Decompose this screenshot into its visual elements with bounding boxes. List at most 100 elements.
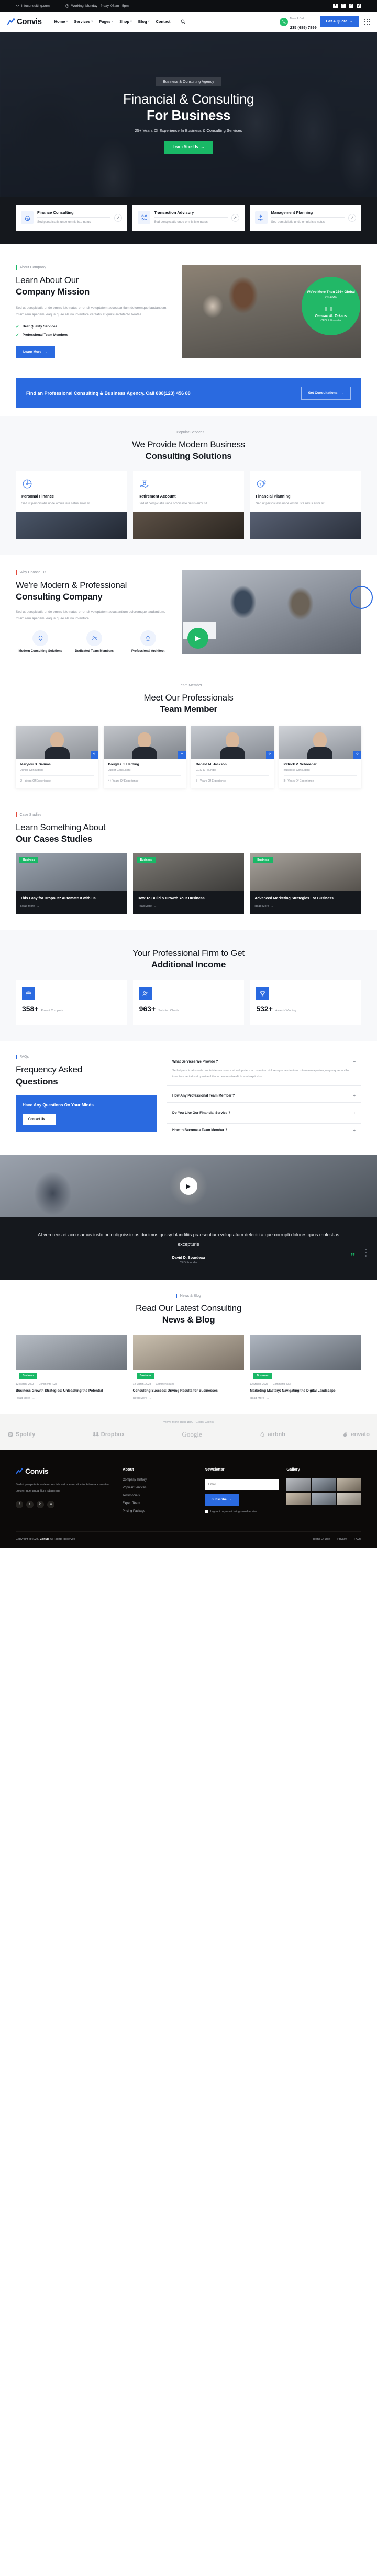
service-card[interactable]: Personal Finance Sed ut perspiciatis und… [16,471,127,539]
case-card[interactable]: Business How To Build & Growth Your Busi… [132,853,245,914]
twitter-icon[interactable]: t [341,3,346,8]
gallery-thumb[interactable] [286,1478,311,1492]
cta-phone-link[interactable]: Call 888(123) 456 88 [146,391,191,396]
arrow-up-right-icon[interactable]: ↗ [114,213,123,222]
blog-read-more[interactable]: Read More → [133,1397,245,1400]
footer-link-pricing-package[interactable]: Pricing Package [123,1510,197,1513]
nav-item-pages[interactable]: Pages ˅ [99,19,113,24]
get-a-quote-button[interactable]: Get A Quote → [320,16,359,27]
hero-title-light: Financial & Consulting [123,91,254,107]
footer-logo[interactable]: Convis [16,1467,115,1475]
strip-card-title: Finance Consulting [37,210,74,215]
blog-read-more[interactable]: Read More → [16,1397,127,1400]
gallery-thumb[interactable] [286,1493,311,1506]
gallery-thumb[interactable] [312,1493,336,1506]
search-icon[interactable] [181,19,186,24]
blog-read-more[interactable]: Read More → [250,1397,361,1400]
youtube-icon[interactable]: yt [357,3,361,8]
footer-faqs-link[interactable]: FAQs [354,1538,361,1541]
case-read-more[interactable]: Read More → [138,905,240,908]
strip-card[interactable]: Transaction Advisory Sed perspiciatis un… [132,205,245,231]
why-heading-bold: Consulting Company [16,592,103,602]
footer-link-testimonials[interactable]: Testimonials [123,1494,197,1497]
blog-title: Marketing Mastery: Navigating the Digita… [250,1388,336,1393]
blog-card[interactable]: Business 12 March, 2023 Comments (02) Mar… [250,1335,362,1400]
nav-item-home[interactable]: Home ˅ [54,19,68,24]
faq-eyebrow: FAQs [16,1055,157,1059]
accordion-header[interactable]: How Any Professional Team Member ? + [167,1089,361,1102]
accordion-item[interactable]: How Any Professional Team Member ? + [167,1089,361,1103]
linkedin-icon[interactable]: in [349,3,353,8]
linkedin-icon[interactable]: in [47,1501,54,1509]
gallery-thumb[interactable] [337,1478,362,1492]
strip-card-title: Management Planning [271,210,313,215]
about-learn-more-button[interactable]: Learn More → [16,346,55,358]
testimonial-name: David D. Bourdeau [172,1256,205,1260]
hero-learn-more-button[interactable]: Learn More Us → [164,140,213,154]
footer-link-expert-team[interactable]: Expert Team [123,1502,197,1505]
case-read-more[interactable]: Read More → [254,905,357,908]
service-card[interactable]: $ Financial Planning Sed ut perspiciatis… [250,471,362,539]
arrow-up-right-icon[interactable]: ↗ [348,213,356,222]
twitter-icon[interactable]: t [26,1501,34,1509]
accordion-header[interactable]: What Services We Provide ? − [167,1055,361,1068]
share-icon[interactable]: ⟡ [90,750,98,759]
newsletter-consent[interactable]: I agree to my email being stored receive [204,1510,280,1514]
footer-terms-link[interactable]: Terms Of Use [313,1538,330,1541]
service-desc: Sed ut perspiciatis unde omnis iste natu… [21,502,91,506]
instagram-icon[interactable]: ig [37,1501,44,1509]
counter-card: 532+ Awards Winning [250,980,362,1026]
subscribe-button[interactable]: Subscribe → [204,1494,239,1506]
testimonial-play-button[interactable]: ▶ [180,1177,197,1195]
menu-grid-icon[interactable] [364,19,370,25]
check-icon: ✓ [16,324,19,330]
case-card[interactable]: Business Advanced Marketing Strategies F… [250,853,362,914]
accordion-item[interactable]: Do You Like Our Financial Service ? + [167,1106,361,1121]
quote-label: Get A Quote [326,20,347,24]
gallery-thumb[interactable] [312,1478,336,1492]
accordion-item[interactable]: What Services We Provide ? − Sed ut persp… [167,1055,361,1086]
team-card[interactable]: ⟡ Douglas J. Harding Junior Consultant 4… [103,726,186,788]
accordion-header[interactable]: How to Become a Team Member ? + [167,1124,361,1137]
play-button[interactable]: ▶ [187,628,208,649]
footer-privacy-link[interactable]: Privacy [337,1538,347,1541]
testimonial-pagination[interactable] [365,1248,367,1257]
newsletter-email-input[interactable] [204,1479,280,1491]
case-card[interactable]: Business This Easy for Dropout? Automate… [16,853,127,914]
share-icon[interactable]: ⟡ [265,750,274,759]
blog-card[interactable]: Business 12 March, 2023 Comments (02) Bus… [16,1335,127,1400]
logo[interactable]: Convis [7,17,42,26]
accordion-header[interactable]: Do You Like Our Financial Service ? + [167,1106,361,1120]
team-card[interactable]: ⟡ Marylou D. Salinas Junior Consultant 2… [16,726,98,788]
blog-card[interactable]: Business 12 March, 2023 Comments (02) Con… [132,1335,245,1400]
arrow-up-right-icon[interactable]: ↗ [231,213,239,222]
share-icon[interactable]: ⟡ [178,750,186,759]
case-link-label: Read More [20,905,35,908]
faq-contact-button[interactable]: Contact Us → [23,1114,56,1125]
case-read-more[interactable]: Read More → [20,905,123,908]
gallery-thumb[interactable] [337,1493,362,1506]
nav-item-contact[interactable]: Contact [156,19,170,24]
footer-link-company-history[interactable]: Company History [123,1478,197,1482]
share-icon[interactable]: ⟡ [353,750,361,759]
facebook-icon[interactable]: f [16,1501,23,1509]
nav-item-services[interactable]: Services ˅ [74,19,93,24]
blog-badge: Business [19,1372,38,1379]
team-card[interactable]: ⟡ Patrick V. Schroeder Business Consulta… [279,726,361,788]
service-card[interactable]: Retirement Account Sed ut perspiciatis u… [132,471,245,539]
get-consultations-button[interactable]: Get Consultations → [301,387,351,400]
nav-item-shop[interactable]: Shop ˅ [119,19,132,24]
strip-card[interactable]: Finance Consulting Sed perspiciatis unde… [16,205,128,231]
team-name: Marylou D. Salinas [20,762,51,766]
facebook-icon[interactable]: f [333,3,338,8]
nav-item-blog[interactable]: Blog ˅ [138,19,150,24]
accordion-item[interactable]: How to Become a Team Member ? + [167,1123,361,1138]
call-block[interactable]: Make A Call 235 (689) 7899 [279,13,317,31]
footer-about-column: About Company History Popular Services T… [123,1467,197,1518]
team-card[interactable]: ⟡ Donald M. Jackson CEO & Founder 5+ Yea… [191,726,274,788]
play-icon: ▶ [195,634,201,642]
strip-card[interactable]: Management Planning Sed perspiciatis und… [249,205,361,231]
topbar-email[interactable]: infoconsulting.com [16,4,50,8]
footer-link-popular-services[interactable]: Popular Services [123,1486,197,1489]
checkbox-icon[interactable] [204,1510,208,1514]
